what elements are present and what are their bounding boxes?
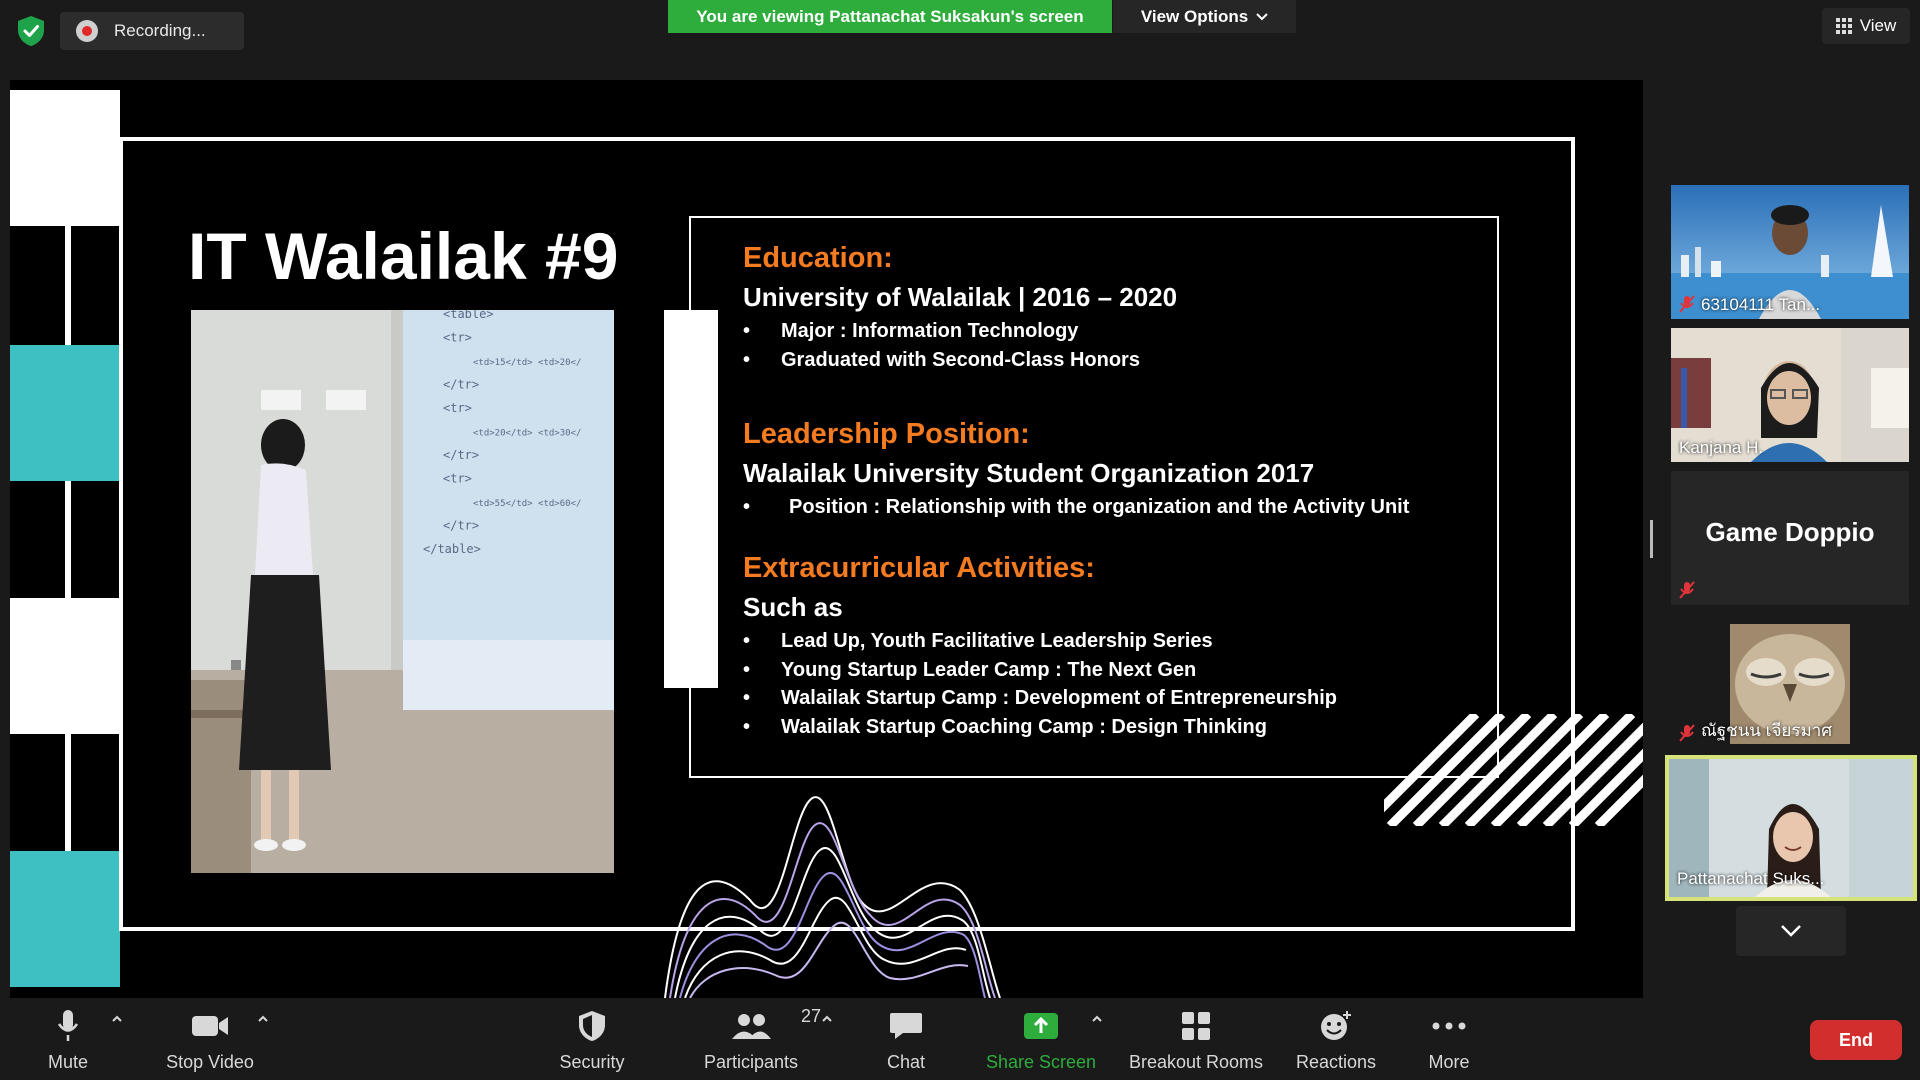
mute-label: Mute [47,1052,89,1072]
extracurricular-subheading: Such as [743,592,843,622]
extracurricular-item: • Walailak Startup Coaching Camp : Design… [743,716,1267,738]
chat-bubble-icon [890,1013,922,1039]
photo-code-line: <table> [443,310,494,321]
recording-indicator[interactable]: Recording... [60,12,244,50]
participant-tile-3[interactable]: Game Doppio [1671,471,1909,605]
extracurricular-item: • Lead Up, Youth Facilitative Leadership … [743,630,1213,652]
mic-muted-icon [1679,581,1695,599]
view-button[interactable]: View [1822,8,1910,44]
participant-tile-4[interactable]: ณัฐชนน เจียรมาศ [1671,614,1909,748]
leadership-subheading: Walailak University Student Organization… [743,458,1315,488]
view-options-dropdown[interactable]: View Options [1113,0,1296,33]
more-button[interactable]: More [1424,1006,1474,1076]
meeting-toolbar: Mute Stop Video Security 27 Participants… [0,998,1920,1080]
security-shield-icon [579,1011,605,1041]
breakout-rooms-button[interactable]: Breakout Rooms [1126,1006,1266,1076]
slide-title: IT Walailak #9 [188,219,619,293]
participants-count: 27 [801,1006,822,1026]
view-label: View [1859,16,1897,35]
photo-code-line: </table> [423,542,481,556]
photo-code-line: <td>20</td> <td>30</ [473,429,581,439]
decor-block-white [10,90,120,226]
mute-button[interactable]: Mute [38,1006,98,1076]
participants-icon [732,1014,771,1039]
smiley-icon [1321,1011,1351,1040]
extracurricular-heading: Extracurricular Activities: [743,552,1095,584]
education-heading: Education: [743,242,893,274]
photo-code-line: </tr> [443,378,479,392]
more-label: More [1428,1052,1470,1072]
share-options-caret-icon[interactable] [1090,1012,1104,1026]
more-dots-icon [1432,1022,1466,1030]
participant-tile-1[interactable]: 63104111 Tan... [1671,185,1909,319]
participant-name: Kanjana H. [1679,438,1764,457]
participants-options-caret-icon[interactable] [820,1012,834,1026]
recording-label: Recording... [114,21,206,40]
chevron-down-icon [1781,925,1801,937]
decor-line [65,481,71,599]
participant-name: 63104111 Tan... [1701,295,1821,314]
decor-block-teal [10,851,120,987]
mic-muted-icon [1679,295,1695,313]
end-meeting-button[interactable]: End [1810,1020,1902,1060]
security-button[interactable]: Security [554,1006,630,1076]
education-subheading: University of Walailak | 2016 – 2020 [743,282,1178,312]
participant-tile-2[interactable]: Kanjana H. [1671,328,1909,462]
meeting-top-bar: Recording... You are viewing Pattanachat… [0,0,1920,80]
education-item: • Graduated with Second-Class Honors [743,349,1140,371]
extracurricular-item: • Walailak Startup Camp : Development of … [743,687,1338,709]
panel-resize-handle[interactable] [1650,520,1653,558]
video-options-caret-icon[interactable] [256,1012,270,1026]
decor-block-teal [10,345,120,481]
chevron-down-icon [1256,12,1268,20]
decor-wave-art [664,796,1001,998]
decor-stripes [1384,714,1643,826]
share-screen-button[interactable]: Share Screen [982,1006,1100,1076]
breakout-rooms-label: Breakout Rooms [1128,1052,1264,1072]
mic-muted-icon [1679,724,1695,742]
photo-code-line: </tr> [443,519,479,533]
decor-block-white [10,598,120,734]
share-screen-icon [1024,1013,1058,1039]
education-item: • Major : Information Technology [743,320,1079,342]
participant-name: ณัฐชนน เจียรมาศ [1701,721,1833,740]
extracurricular-item: • Young Startup Leader Camp : The Next Ge… [743,659,1197,681]
grid-view-icon [1835,18,1852,34]
audio-options-caret-icon[interactable] [110,1012,124,1026]
chat-button[interactable]: Chat [876,1006,936,1076]
photo-code-line: <td>55</td> <td>60</ [473,499,581,509]
view-options-label: View Options [1140,6,1249,26]
leadership-heading: Leadership Position: [743,418,1030,450]
microphone-icon [57,1010,79,1041]
presentation-photo: <table> <tr> <td>15</td> <td>20</ </tr> <tr>… [191,310,614,873]
record-icon [76,20,98,42]
photo-code-line: </tr> [443,448,479,462]
breakout-rooms-icon [1182,1012,1210,1040]
photo-code-line: <tr> [443,401,472,415]
stop-video-label: Stop Video [166,1052,254,1072]
video-camera-icon [192,1016,228,1036]
photo-code-line: <tr> [443,331,472,345]
photo-code-line: <td>15</td> <td>20</ [473,358,581,368]
photo-code-line: <tr> [443,472,472,486]
shared-screen-slide: IT Walailak #9 <table> <tr> <td>15</td> <t… [10,80,1643,998]
screen-share-banner: You are viewing Pattanachat Suksakun's s… [668,0,1112,33]
participants-button[interactable]: 27 Participants [700,1006,821,1076]
reactions-button[interactable]: Reactions [1290,1006,1382,1076]
participants-label: Participants [703,1052,799,1072]
stop-video-button[interactable]: Stop Video [160,1006,260,1076]
active-speaker-highlight [1665,755,1917,901]
security-label: Security [559,1052,625,1072]
share-screen-label: Share Screen [985,1052,1097,1072]
reactions-label: Reactions [1295,1052,1377,1072]
participant-name: Game Doppio [1705,517,1875,547]
scroll-participants-button[interactable] [1736,906,1846,956]
leadership-item: • Position : Relationship with the organi… [743,496,1410,518]
decor-line [65,734,71,852]
encryption-shield-icon[interactable] [16,14,46,48]
chat-label: Chat [886,1052,926,1072]
classroom-photo-image: <table> <tr> <td>15</td> <td>20</ </tr> <tr>… [191,310,614,873]
